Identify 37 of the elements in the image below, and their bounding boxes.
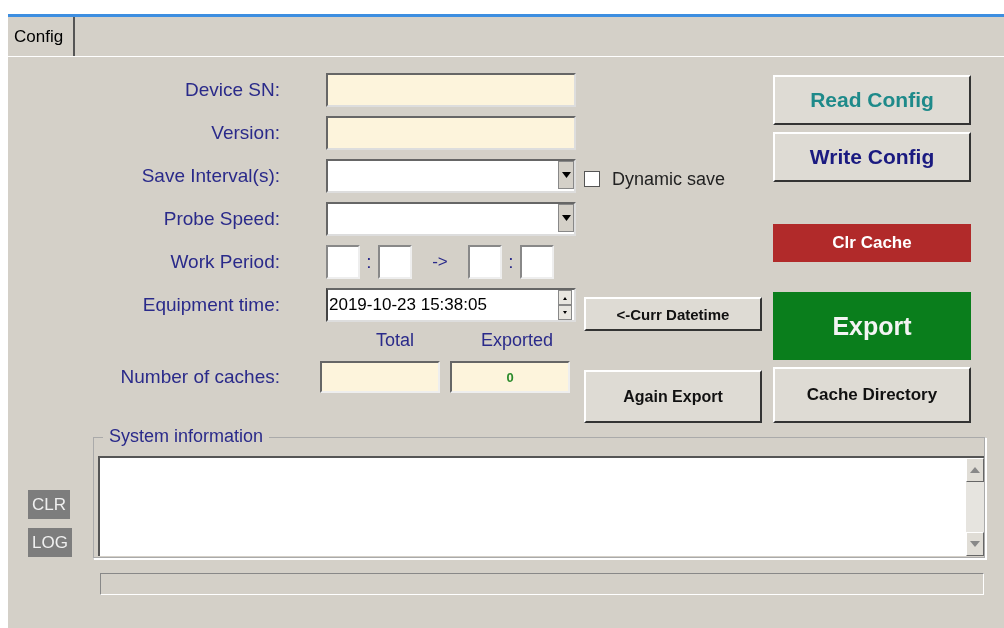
hour-field[interactable]: [326, 245, 360, 279]
current-datetime-button[interactable]: <-Curr Datetime: [584, 297, 762, 332]
text-field[interactable]: [326, 116, 576, 150]
field-label: Number of caches:: [119, 366, 280, 388]
scroll-up-icon[interactable]: [966, 458, 984, 482]
clear-cache-button[interactable]: Clr Cache: [773, 223, 971, 263]
dropdown-field[interactable]: [326, 202, 576, 236]
scrollbar[interactable]: [966, 458, 984, 556]
column-header: Exported: [479, 330, 554, 351]
action-button[interactable]: Write Config: [773, 131, 971, 182]
field-label: Work Period:: [169, 251, 280, 273]
text-field[interactable]: [326, 73, 576, 107]
minute-field[interactable]: [520, 245, 554, 279]
dropdown-field[interactable]: [326, 159, 576, 193]
spinner-icon[interactable]: [558, 290, 572, 320]
log-button[interactable]: LOG: [28, 528, 72, 557]
minute-field[interactable]: [378, 245, 412, 279]
arrow-separator: ->: [431, 252, 449, 272]
checkbox-icon[interactable]: [584, 171, 600, 188]
exported-field: 0: [450, 361, 570, 393]
action-button[interactable]: Cache Directory: [773, 367, 971, 423]
export-button[interactable]: Export: [773, 292, 971, 361]
hour-field[interactable]: [468, 245, 502, 279]
dynamic-save-checkbox[interactable]: Dynamic save: [584, 165, 770, 194]
field-label: Equipment time:: [141, 294, 280, 316]
again-export-button[interactable]: Again Export: [584, 370, 762, 423]
group-title: System information: [103, 426, 270, 447]
field-label: Save Interval(s):: [140, 165, 280, 187]
field-label: Probe Speed:: [162, 208, 280, 230]
colon-separator: :: [507, 251, 515, 273]
field-label: Device SN:: [183, 79, 280, 101]
log-button[interactable]: CLR: [28, 490, 70, 519]
scroll-down-icon[interactable]: [966, 532, 984, 556]
column-header: Total: [375, 330, 415, 351]
field-label: Version:: [210, 122, 280, 144]
colon-separator: :: [365, 251, 373, 273]
log-text-area[interactable]: [98, 456, 984, 556]
